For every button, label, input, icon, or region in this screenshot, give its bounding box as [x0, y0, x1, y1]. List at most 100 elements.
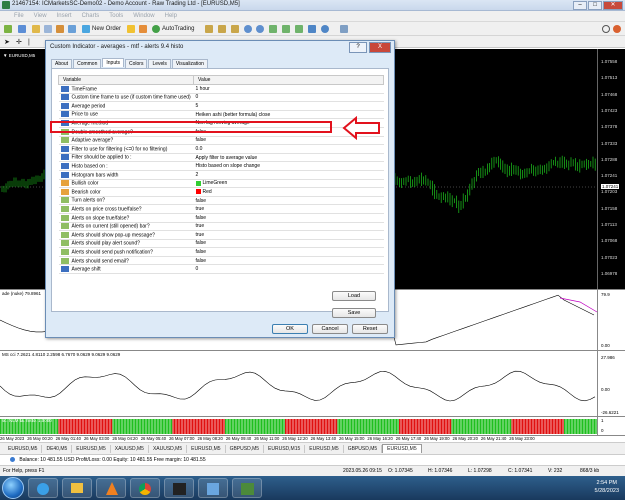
- menu-item-window[interactable]: Window: [133, 13, 154, 19]
- input-variable-value[interactable]: Histo based on slope change: [196, 163, 261, 169]
- input-variable-value[interactable]: 0.0: [196, 146, 203, 152]
- input-row[interactable]: Alerts on current (still opened) bar? tru…: [58, 222, 384, 232]
- input-row[interactable]: Alerts should show pop-up message? true: [58, 230, 384, 240]
- menu-item-file[interactable]: File: [14, 13, 24, 19]
- menu-item-view[interactable]: View: [34, 13, 47, 19]
- dialog-help-button[interactable]: ?: [349, 42, 367, 53]
- save-button[interactable]: Save: [332, 308, 376, 318]
- zoom-out-button[interactable]: [256, 24, 264, 34]
- input-variable-value[interactable]: true: [196, 223, 205, 229]
- chart-tab[interactable]: XAUUSD,M5: [149, 444, 188, 453]
- input-row[interactable]: Average shift 0: [58, 264, 384, 275]
- histogram-subwindow[interactable]: sc. NLM ta. histo. 1.0000: [0, 416, 597, 435]
- metaeditor-button[interactable]: [127, 24, 135, 34]
- autotrading-button[interactable]: AutoTrading: [152, 24, 194, 34]
- chart-tab[interactable]: EURUSD,M15: [264, 444, 306, 453]
- input-row[interactable]: Alerts on price cross true/false? true: [58, 204, 384, 214]
- column-header-variable[interactable]: Variable: [58, 75, 194, 85]
- input-variable-value[interactable]: 5: [196, 103, 199, 109]
- input-row[interactable]: Bullish color LimeGreen: [58, 179, 384, 189]
- chart-tab[interactable]: EURUSD,M5: [187, 444, 226, 453]
- dialog-close-button[interactable]: X: [369, 42, 391, 53]
- tab-common[interactable]: Common: [73, 59, 102, 68]
- profiles-button[interactable]: [18, 24, 26, 34]
- taskbar-ie-icon[interactable]: [28, 478, 58, 498]
- input-variable-value[interactable]: Red: [203, 189, 212, 195]
- input-variable-value[interactable]: false: [196, 258, 207, 264]
- input-row[interactable]: TimeFrame 1 hour: [58, 84, 384, 94]
- indicators-button[interactable]: [308, 24, 316, 34]
- chart-tab[interactable]: XAUUSD,M5: [111, 444, 149, 453]
- menu-item-insert[interactable]: Insert: [57, 13, 72, 19]
- crosshair-icon[interactable]: ✛: [16, 37, 22, 47]
- start-button[interactable]: [2, 477, 24, 499]
- indicator-subwindow-2[interactable]: MS cci 7.2621 4.8110 2.2598 6.7670 9.062…: [0, 350, 597, 416]
- input-row[interactable]: Turn alerts on? false: [58, 196, 384, 206]
- bar-chart-button[interactable]: [205, 24, 213, 34]
- taskbar-explorer-icon[interactable]: [62, 478, 92, 498]
- input-row[interactable]: Histo based on : Histo based on slope cha…: [58, 161, 384, 171]
- input-variable-value[interactable]: false: [196, 198, 207, 204]
- input-variable-value[interactable]: Heiken ashi (better formula) close: [196, 112, 271, 118]
- tab-inputs[interactable]: Inputs: [102, 58, 124, 67]
- menu-item-tools[interactable]: Tools: [109, 13, 123, 19]
- menu-item-help[interactable]: Help: [165, 13, 177, 19]
- tab-colors[interactable]: Colors: [125, 59, 148, 68]
- input-row[interactable]: Bearish color Red: [58, 187, 384, 197]
- input-variable-value[interactable]: true: [196, 206, 205, 212]
- taskbar-metatrader-icon[interactable]: [232, 478, 262, 498]
- input-row[interactable]: Average period 5: [58, 101, 384, 111]
- vertical-line-icon[interactable]: |: [28, 37, 30, 47]
- chart-shift-button[interactable]: [295, 24, 303, 34]
- chart-tab[interactable]: DE40,M5: [42, 444, 73, 453]
- chart-tab[interactable]: EURUSD,M5: [72, 444, 111, 453]
- input-variable-value[interactable]: false: [196, 215, 207, 221]
- input-row[interactable]: Price to use Heiken ashi (better formula)…: [58, 110, 384, 120]
- tab-levels[interactable]: Levels: [148, 59, 171, 68]
- community-icon[interactable]: [613, 24, 621, 34]
- menu-item-charts[interactable]: Charts: [82, 13, 100, 19]
- input-row[interactable]: Alerts should send email? false: [58, 256, 384, 266]
- input-row[interactable]: Alerts should play alert sound? false: [58, 239, 384, 249]
- navigator-button[interactable]: [56, 24, 64, 34]
- input-row[interactable]: Alerts should send push notification? fal…: [58, 247, 384, 257]
- zoom-in-button[interactable]: [244, 24, 252, 34]
- chart-tab[interactable]: GBPUSD,M5: [226, 444, 265, 453]
- tab-visualization[interactable]: Visualization: [171, 59, 208, 68]
- cursor-icon[interactable]: ➤: [4, 37, 10, 47]
- market-watch-button[interactable]: [32, 24, 40, 34]
- input-variable-value[interactable]: true: [196, 232, 205, 238]
- column-header-value[interactable]: Value: [193, 75, 384, 85]
- input-variable-value[interactable]: Apply filter to average value: [196, 155, 258, 161]
- load-button[interactable]: Load: [332, 291, 376, 301]
- search-icon[interactable]: [602, 24, 610, 34]
- new-chart-button[interactable]: [4, 24, 12, 34]
- input-variable-value[interactable]: false: [196, 137, 207, 143]
- reset-button[interactable]: Reset: [352, 324, 388, 334]
- periods-button[interactable]: [321, 24, 329, 34]
- input-row[interactable]: Filter to use for filtering (<=0 for no …: [58, 144, 384, 154]
- input-variable-value[interactable]: false: [196, 249, 207, 255]
- input-variable-value[interactable]: 0: [196, 94, 199, 100]
- input-variable-value[interactable]: LimeGreen: [203, 180, 228, 186]
- taskbar-chrome-icon[interactable]: [130, 478, 160, 498]
- input-variable-value[interactable]: 2: [196, 172, 199, 178]
- terminal-button[interactable]: [68, 24, 76, 34]
- taskbar-app-icon[interactable]: [164, 478, 194, 498]
- autoscroll-button[interactable]: [282, 24, 290, 34]
- candles-button[interactable]: [218, 24, 226, 34]
- input-variable-value[interactable]: false: [196, 240, 207, 246]
- input-row[interactable]: Histogram bars width 2: [58, 170, 384, 180]
- taskbar-paint-icon[interactable]: [198, 478, 228, 498]
- input-row[interactable]: Adaptive average? false: [58, 136, 384, 146]
- input-variable-value[interactable]: 1 hour: [196, 86, 210, 92]
- data-window-button[interactable]: [44, 24, 52, 34]
- chart-tab[interactable]: EURUSD,M5: [382, 444, 422, 453]
- maximize-button[interactable]: □: [588, 1, 602, 10]
- templates-button[interactable]: [340, 24, 348, 34]
- close-button[interactable]: ✕: [603, 1, 623, 10]
- tab-about[interactable]: About: [51, 59, 73, 68]
- line-chart-button[interactable]: [231, 24, 239, 34]
- ok-button[interactable]: OK: [272, 324, 308, 334]
- cancel-button[interactable]: Cancel: [312, 324, 348, 334]
